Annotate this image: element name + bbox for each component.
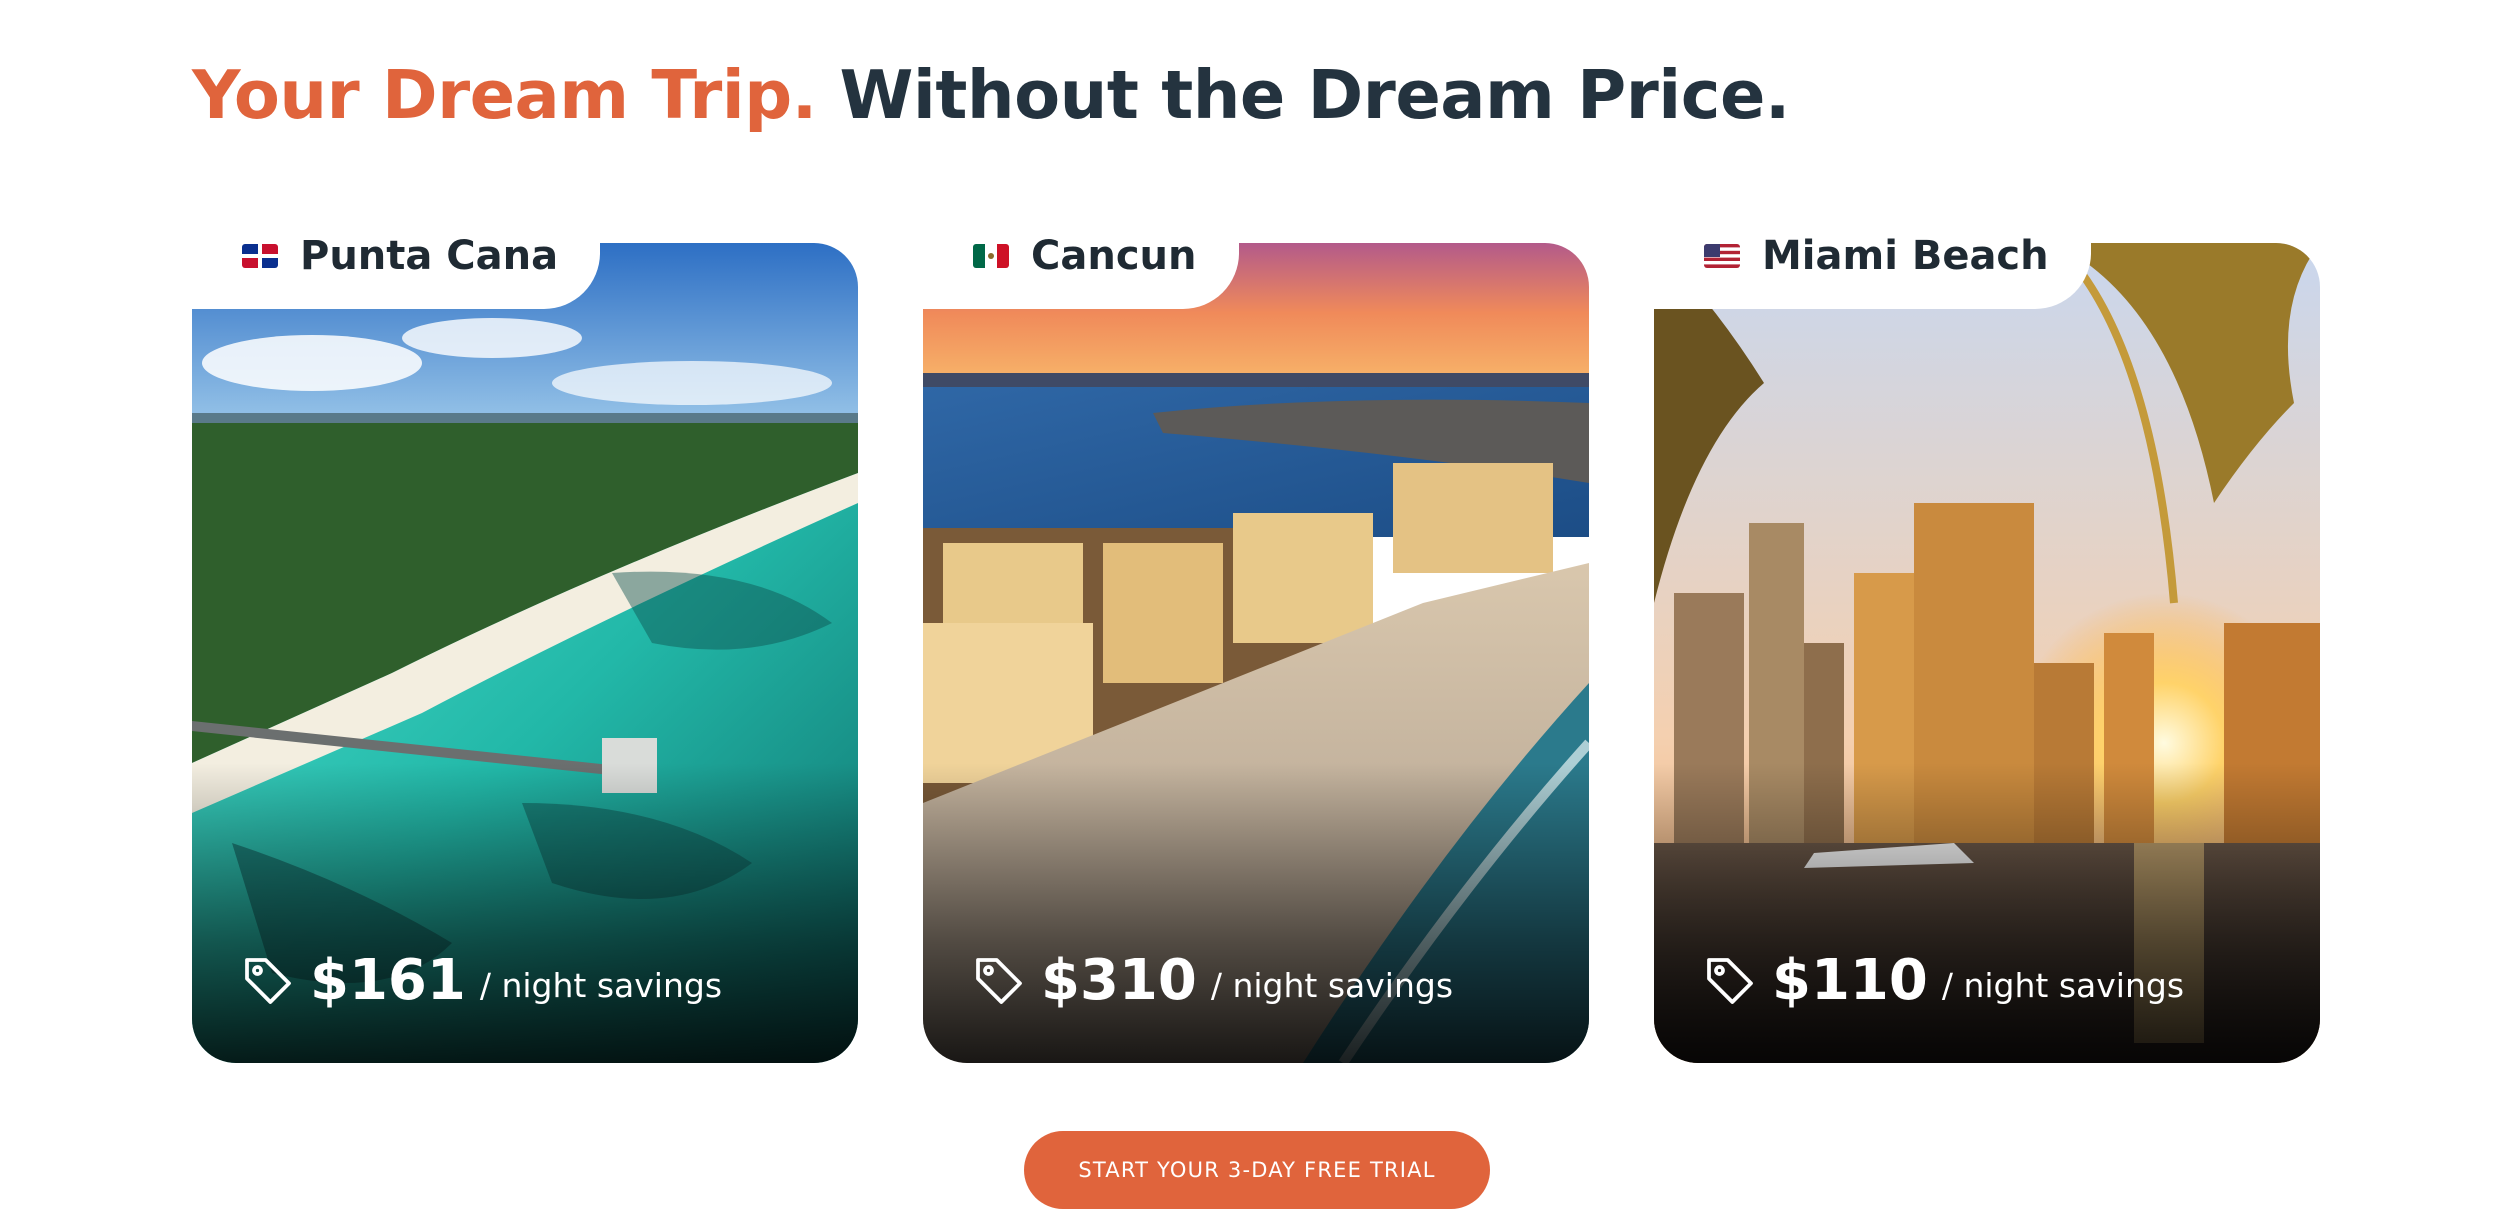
dominican-republic-flag-icon — [242, 243, 278, 268]
savings-unit: / night savings — [1210, 966, 1454, 1005]
mexico-flag-icon — [973, 243, 1009, 268]
savings-unit: / night savings — [479, 966, 723, 1005]
destination-name: Cancun — [1031, 232, 1197, 279]
card-bottom-gradient — [192, 763, 858, 1063]
headline-accent: Your Dream Trip. — [192, 56, 817, 134]
savings-row: $310 / night savings — [971, 948, 1453, 1013]
price-tag-icon — [976, 957, 1022, 1004]
destination-name: Punta Cana — [300, 232, 559, 279]
destination-label-punta-cana: Punta Cana — [192, 202, 601, 309]
destination-card-miami-beach[interactable]: $110 / night savings — [1654, 243, 2320, 1063]
savings-unit: / night savings — [1941, 966, 2185, 1005]
start-free-trial-button[interactable]: START YOUR 3-DAY FREE TRIAL — [1024, 1131, 1490, 1209]
savings-row: $161 / night savings — [240, 948, 722, 1013]
page-headline: Your Dream Trip. Without the Dream Price… — [192, 62, 1790, 129]
price-tag-icon — [1707, 957, 1753, 1004]
card-bottom-gradient — [1654, 763, 2320, 1063]
headline-rest: Without the Dream Price. — [839, 56, 1791, 134]
savings-row: $110 / night savings — [1702, 948, 2184, 1013]
savings-amount: $110 — [1772, 948, 1928, 1013]
destination-card-punta-cana[interactable]: $161 / night savings — [192, 243, 858, 1063]
savings-amount: $161 — [310, 948, 466, 1013]
destination-label-miami-beach: Miami Beach — [1654, 202, 2091, 309]
card-bottom-gradient — [923, 763, 1589, 1063]
savings-amount: $310 — [1041, 948, 1197, 1013]
usa-flag-icon — [1704, 243, 1740, 268]
destination-card-cancun[interactable]: $310 / night savings — [923, 243, 1589, 1063]
destination-label-cancun: Cancun — [923, 202, 1239, 309]
price-tag-icon — [245, 957, 291, 1004]
destination-name: Miami Beach — [1762, 232, 2049, 279]
